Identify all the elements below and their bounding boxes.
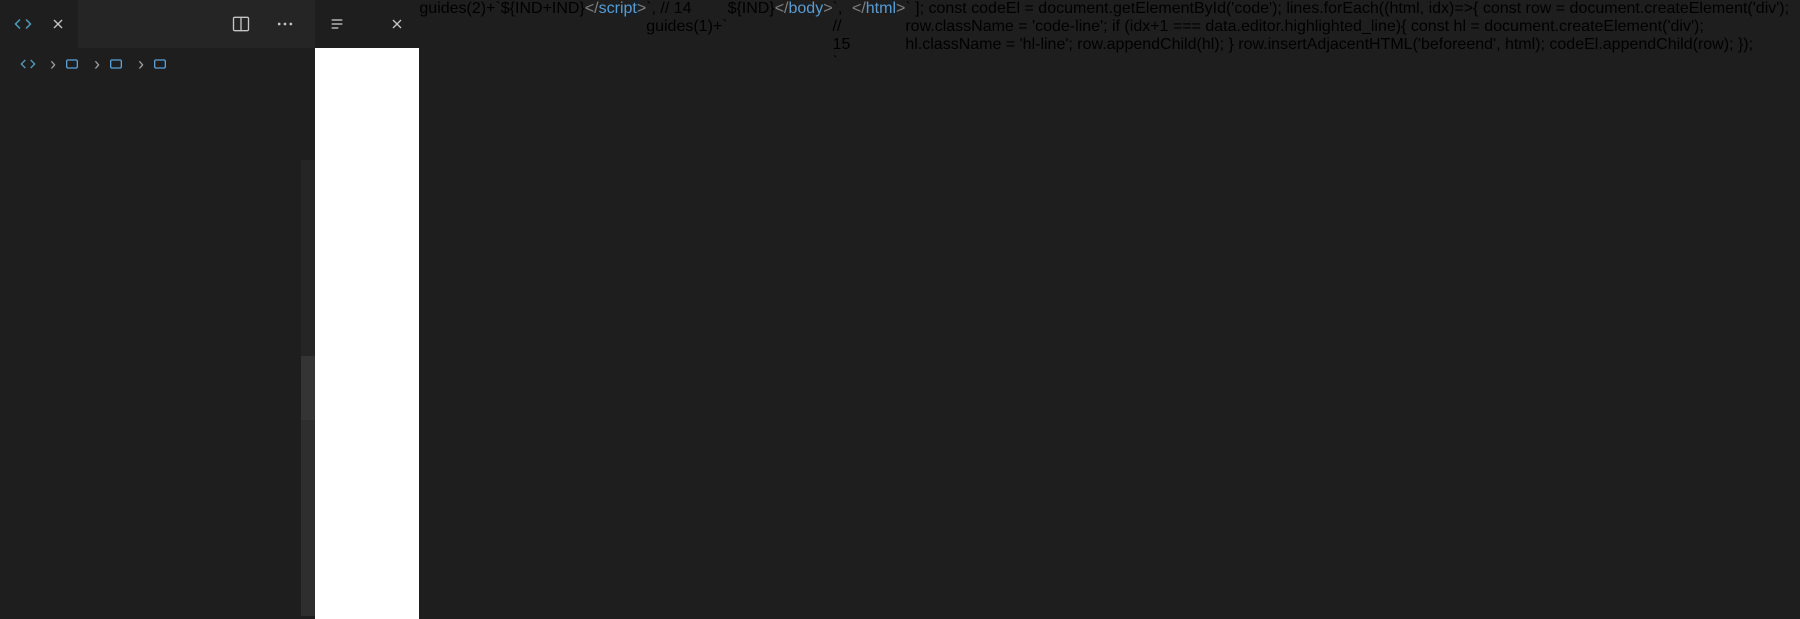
preview-tab-bar	[315, 0, 419, 48]
preview-content	[315, 48, 419, 619]
minimap-slider[interactable]	[301, 356, 315, 616]
line-number-gutter	[0, 80, 64, 619]
code-content[interactable]	[64, 80, 315, 619]
code-icon	[14, 15, 32, 33]
preview-tab[interactable]	[315, 0, 419, 48]
editor-pane: › › ›	[0, 0, 315, 619]
preview-icon	[329, 16, 345, 32]
preview-pane	[315, 0, 419, 619]
breadcrumb[interactable]: › › ›	[0, 48, 315, 80]
split-editor-icon[interactable]	[231, 14, 251, 34]
symbol-icon	[152, 56, 168, 72]
close-icon[interactable]	[389, 16, 405, 32]
editor-tab[interactable]	[0, 0, 78, 48]
chevron-right-icon: ›	[94, 54, 100, 75]
editor-tab-bar	[0, 0, 315, 48]
code-icon	[20, 56, 36, 72]
more-actions-icon[interactable]	[275, 14, 295, 34]
chevron-right-icon: ›	[138, 54, 144, 75]
chevron-right-icon: ›	[50, 54, 56, 75]
editor-tab-actions	[231, 0, 315, 48]
close-icon[interactable]	[48, 14, 68, 34]
code-editor[interactable]	[0, 80, 315, 619]
symbol-icon	[108, 56, 124, 72]
symbol-icon	[64, 56, 80, 72]
